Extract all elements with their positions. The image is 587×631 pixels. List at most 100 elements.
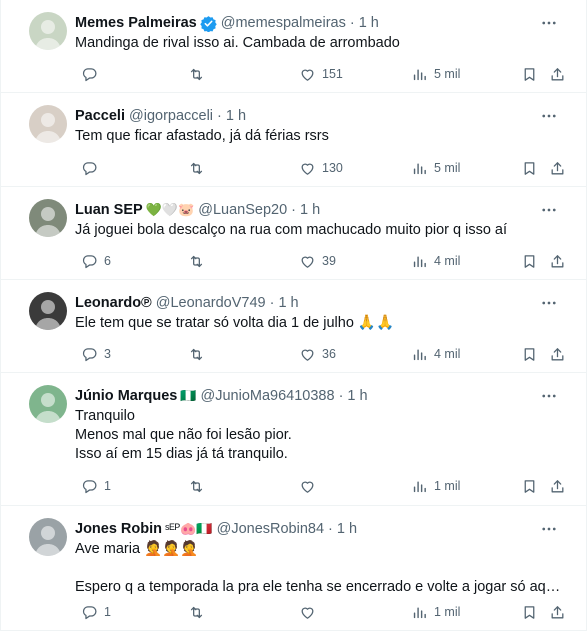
views-button[interactable]: 5 mil	[405, 157, 460, 179]
like-button-count: 39	[322, 254, 336, 268]
share-button[interactable]	[543, 250, 566, 272]
author-handle[interactable]: @igorpacceli	[129, 108, 213, 124]
more-options-icon[interactable]	[540, 107, 558, 125]
author-handle[interactable]: @memespalmeiras	[221, 15, 346, 31]
share-button[interactable]	[543, 157, 566, 179]
share-button[interactable]	[543, 475, 566, 497]
tweet[interactable]: Júnio Marques 🇳🇬 @JunioMa96410388 · 1 h Tranq…	[1, 373, 586, 506]
like-button[interactable]	[293, 475, 316, 497]
timestamp[interactable]: 1 h	[337, 521, 357, 537]
tweet[interactable]: Luan SEP 💚🤍🐷 @LuanSep20 · 1 h Já joguei bola …	[1, 187, 586, 280]
more-options-icon[interactable]	[540, 294, 558, 312]
like-button[interactable]	[293, 601, 316, 623]
author-name[interactable]: Luan SEP	[75, 202, 143, 218]
share-button[interactable]	[543, 63, 566, 85]
avatar[interactable]	[29, 292, 67, 330]
author-name[interactable]: Jones Robin	[75, 521, 162, 537]
timestamp[interactable]: 1 h	[347, 388, 367, 404]
author-handle[interactable]: @JunioMa96410388	[201, 388, 335, 404]
tweet[interactable]: Jones Robin ˢᴱᴾ🐽🇮🇹 @JonesRobin84 · 1 h Ave ma…	[1, 506, 586, 631]
avatar[interactable]	[29, 385, 67, 423]
like-button[interactable]: 36	[293, 343, 336, 365]
tweet[interactable]: Leonardo℗ @LeonardoV749 · 1 h Ele tem que se…	[1, 280, 586, 373]
views-button-count: 1 mil	[434, 605, 461, 619]
retweet-button[interactable]	[182, 343, 205, 365]
reply-button[interactable]: 1	[75, 475, 111, 497]
tweet-text: Tem que ficar afastado, já dá férias rsr…	[75, 127, 562, 146]
retweet-button[interactable]	[182, 601, 205, 623]
bookmark-button[interactable]	[515, 343, 538, 365]
views-icon	[411, 604, 428, 621]
bookmark-button[interactable]	[515, 157, 538, 179]
author-name[interactable]: Leonardo℗	[75, 295, 152, 311]
retweet-button[interactable]	[182, 63, 205, 85]
reply-button[interactable]: 3	[75, 343, 111, 365]
reply-button-count: 3	[104, 347, 111, 361]
share-icon	[549, 478, 566, 495]
avatar[interactable]	[29, 199, 67, 237]
more-options-icon[interactable]	[540, 387, 558, 405]
bookmark-button[interactable]	[515, 63, 538, 85]
author-name[interactable]: Memes Palmeiras	[75, 15, 197, 31]
tweet-text-line: Mandinga de rival isso ai. Cambada de ar…	[75, 35, 400, 51]
share-icon	[549, 160, 566, 177]
reply-button[interactable]	[75, 63, 98, 85]
views-button[interactable]: 4 mil	[405, 343, 460, 365]
views-button[interactable]: 4 mil	[405, 250, 460, 272]
share-button[interactable]	[543, 601, 566, 623]
timestamp[interactable]: 1 h	[300, 202, 320, 218]
separator-dot: ·	[328, 521, 333, 537]
tweet-actions: 3 36 4 mil	[75, 343, 564, 365]
more-options-icon[interactable]	[540, 520, 558, 538]
tweet-actions: 130 5 mil	[75, 157, 564, 179]
bookmark-icon	[521, 604, 538, 621]
like-button[interactable]: 151	[293, 63, 343, 85]
timestamp[interactable]: 1 h	[359, 15, 379, 31]
views-button[interactable]: 1 mil	[405, 601, 460, 623]
share-icon	[549, 346, 566, 363]
like-icon	[299, 346, 316, 363]
timestamp[interactable]: 1 h	[278, 295, 298, 311]
author-handle[interactable]: @LeonardoV749	[156, 295, 266, 311]
author-name[interactable]: Júnio Marques	[75, 388, 177, 404]
retweet-button[interactable]	[182, 475, 205, 497]
retweet-button[interactable]	[182, 250, 205, 272]
tweet[interactable]: Pacceli @igorpacceli · 1 h Tem que ficar afa…	[1, 93, 586, 187]
name-emojis: 💚🤍🐷	[145, 202, 195, 217]
avatar[interactable]	[29, 518, 67, 556]
tweet[interactable]: Memes Palmeiras @memespalmeiras · 1 h Mandin…	[1, 0, 586, 93]
reply-button[interactable]: 6	[75, 250, 111, 272]
tweet-header: Jones Robin ˢᴱᴾ🐽🇮🇹 @JonesRobin84 · 1 h	[75, 519, 526, 539]
views-button[interactable]: 5 mil	[405, 63, 460, 85]
share-button[interactable]	[543, 343, 566, 365]
bookmark-button[interactable]	[515, 250, 538, 272]
retweet-icon	[188, 346, 205, 363]
reply-button[interactable]	[75, 157, 98, 179]
retweet-icon	[188, 253, 205, 270]
reply-button[interactable]: 1	[75, 601, 111, 623]
like-button[interactable]: 39	[293, 250, 336, 272]
separator-dot: ·	[338, 388, 344, 404]
retweet-button[interactable]	[182, 157, 205, 179]
author-handle[interactable]: @JonesRobin84	[217, 521, 324, 537]
timestamp[interactable]: 1 h	[226, 108, 246, 124]
share-icon	[549, 66, 566, 83]
reply-icon	[81, 160, 98, 177]
avatar[interactable]	[29, 12, 67, 50]
more-options-icon[interactable]	[540, 14, 558, 32]
more-options-icon[interactable]	[540, 201, 558, 219]
reply-icon	[81, 604, 98, 621]
bookmark-button[interactable]	[515, 475, 538, 497]
tweet-text: Já joguei bola descalço na rua com machu…	[75, 221, 562, 240]
bookmark-button[interactable]	[515, 601, 538, 623]
tweet-text: Mandinga de rival isso ai. Cambada de ar…	[75, 34, 562, 53]
tweet-text-line: Espero q a temporada la pra ele tenha se…	[75, 579, 562, 595]
like-button-count: 36	[322, 347, 336, 361]
views-button[interactable]: 1 mil	[405, 475, 460, 497]
author-name[interactable]: Pacceli	[75, 108, 125, 124]
like-button[interactable]: 130	[293, 157, 343, 179]
avatar[interactable]	[29, 105, 67, 143]
separator-dot: ·	[269, 295, 275, 311]
retweet-icon	[188, 604, 205, 621]
author-handle[interactable]: @LuanSep20	[198, 202, 287, 218]
